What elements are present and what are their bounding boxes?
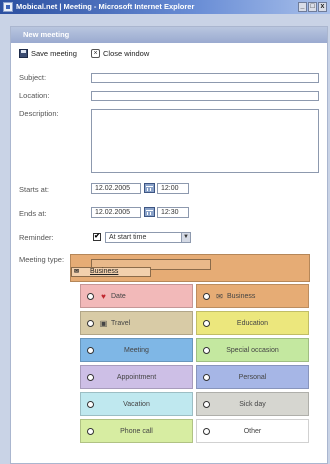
save-meeting-label: Save meeting [31,48,77,58]
meeting-type-option-label: Phone call [120,428,153,435]
meeting-type-option[interactable]: Personal [196,365,309,389]
meeting-type-option[interactable]: ✉ Business [196,284,309,308]
reminder-select-value: At start time [109,234,147,241]
toolbar: Save meeting × Close window [11,43,327,63]
meeting-type-dropdown[interactable]: ✉ Business [70,254,310,282]
starts-time-input[interactable]: 12:00 [157,183,189,194]
meeting-type-option[interactable]: ♥ Date [80,284,193,308]
panel-header: New meeting [11,27,327,43]
meeting-type-option[interactable]: Other [196,419,309,443]
close-window-label: Close window [103,48,150,58]
meeting-type-option-label: Personal [238,374,267,381]
window-titlebar: Mobical.net | Meeting - Microsoft Intern… [0,0,330,14]
calendar-icon[interactable] [144,183,155,193]
window-title: Mobical.net | Meeting - Microsoft Intern… [16,2,195,11]
meeting-type-selected-chip[interactable]: ✉ Business [71,267,151,277]
meeting-type-label: Meeting type: [19,255,65,264]
heart-icon: ♥ [101,292,106,301]
calendar-icon[interactable] [144,207,155,217]
location-label: Location: [19,91,50,100]
save-meeting-button[interactable]: Save meeting [19,47,77,59]
description-textarea[interactable] [91,109,319,173]
meeting-type-option-label: Appointment [116,374,157,381]
camera-icon: ▣ [99,319,108,328]
business-icon: ✉ [216,292,223,301]
browser-content: New meeting Save meeting × Close window … [0,14,330,464]
close-window-button[interactable]: x [318,2,327,12]
ends-date-input[interactable]: 12.02.2005 [91,207,141,218]
meeting-type-radio[interactable] [87,293,94,300]
meeting-type-option-label: Education [236,320,269,327]
ie-app-icon [3,2,13,12]
meeting-type-option-label: Other [243,428,262,435]
location-input[interactable] [91,91,319,101]
window-controls: _ □ x [298,2,327,12]
ends-time-input[interactable]: 12:30 [157,207,189,218]
meeting-type-option-label: Meeting [124,347,149,354]
meeting-type-option[interactable]: Appointment [80,365,193,389]
meeting-type-option[interactable]: Vacation [80,392,193,416]
close-icon: × [91,48,100,58]
meeting-type-option-label: Travel [111,320,131,327]
ends-label: Ends at: [19,209,47,218]
meeting-type-option-label: Business [227,293,256,300]
meeting-type-option-label: Vacation [123,401,150,408]
meeting-type-option[interactable]: ▣ Travel [80,311,193,335]
meeting-type-option-label: Special occasion [226,347,279,354]
business-icon: ✉ [74,269,80,275]
chevron-down-icon: ▼ [181,233,190,242]
description-label: Description: [19,109,59,118]
meeting-type-option[interactable]: Phone call [80,419,193,443]
subject-label: Subject: [19,73,47,82]
save-icon [19,48,28,58]
meeting-type-option[interactable]: Education [196,311,309,335]
reminder-select[interactable]: At start time ▼ [105,232,191,243]
subject-input[interactable] [91,73,319,83]
meeting-type-option-label: Sick day [239,401,266,408]
minimize-button[interactable]: _ [298,2,307,12]
meeting-type-selected-label: Business [90,268,119,275]
meeting-type-option[interactable]: Meeting [80,338,193,362]
meeting-type-radio[interactable] [203,293,210,300]
starts-label: Starts at: [19,185,50,194]
meeting-type-option-label: Date [111,293,126,300]
meeting-type-radio[interactable] [87,320,94,327]
meeting-type-option[interactable]: Special occasion [196,338,309,362]
close-window-link[interactable]: × Close window [91,47,149,59]
reminder-label: Reminder: [19,233,54,242]
meeting-type-option[interactable]: Sick day [196,392,309,416]
maximize-button[interactable]: □ [308,2,317,12]
reminder-checkbox[interactable]: ✔ [93,233,101,241]
starts-date-input[interactable]: 12.02.2005 [91,183,141,194]
